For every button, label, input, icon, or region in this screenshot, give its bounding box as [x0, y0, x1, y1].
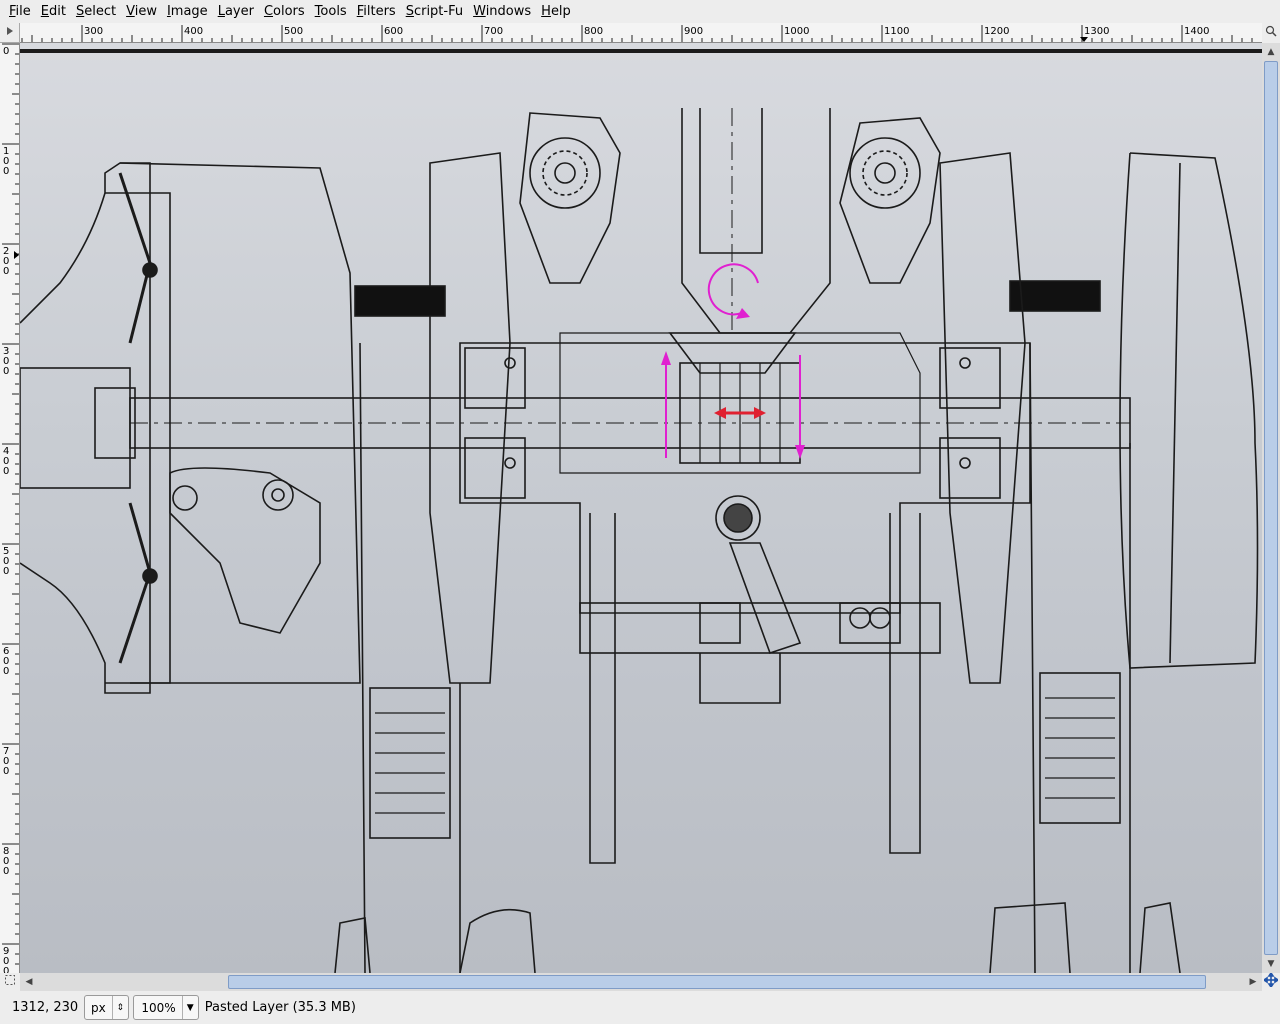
ruler-label: 800 — [584, 26, 603, 37]
quick-mask-icon — [4, 974, 16, 990]
menu-script-fu[interactable]: Script-Fu — [401, 0, 468, 23]
pointer-coordinates: 1312, 230 — [12, 1000, 79, 1015]
layer-status-text: Pasted Layer (35.3 MB) — [204, 1000, 356, 1015]
menu-filters[interactable]: Filters — [352, 0, 401, 23]
horizontal-ruler[interactable]: 300 400 500 600 700 800 900 1000 1100 1200 1300 140… — [20, 23, 1262, 43]
menu-tools[interactable]: Tools — [310, 0, 352, 23]
zoom-value: 100% — [141, 1000, 176, 1015]
ruler-label: 0 — [3, 666, 9, 677]
menu-image[interactable]: Image — [162, 0, 213, 23]
zoom-to-fit-button[interactable] — [1262, 23, 1280, 43]
ruler-label: 0 — [3, 866, 9, 877]
zoom-to-fit-icon — [1265, 25, 1277, 41]
menu-help[interactable]: Help — [536, 0, 576, 23]
ruler-label: 0 — [3, 766, 9, 777]
ruler-label: 700 — [484, 26, 503, 37]
ruler-label: 900 — [684, 26, 703, 37]
quick-mask-button[interactable] — [0, 973, 20, 991]
menu-layer[interactable]: Layer — [213, 0, 259, 23]
ruler-label: 1200 — [984, 26, 1009, 37]
ruler-label: 0 — [3, 566, 9, 577]
ruler-label: 300 — [84, 26, 103, 37]
zoom-selector[interactable]: 100% ▼ — [132, 995, 199, 1020]
ruler-label: 0 — [3, 466, 9, 477]
image-menu-button[interactable] — [0, 23, 20, 43]
ruler-label: 0 — [3, 366, 9, 377]
navigate-icon — [1262, 971, 1280, 991]
unit-selector[interactable]: px ⇕ — [84, 995, 129, 1020]
ruler-label: 500 — [284, 26, 303, 37]
menu-colors[interactable]: Colors — [259, 0, 310, 23]
spinner-arrows-icon[interactable]: ⇕ — [111, 996, 128, 1019]
menu-view[interactable]: View — [121, 0, 162, 23]
horizontal-scrollbar[interactable]: ◀ ▶ — [20, 973, 1262, 991]
horizontal-scroll-thumb[interactable] — [228, 975, 1206, 989]
ruler-label: 0 — [3, 46, 9, 57]
image-canvas[interactable] — [20, 43, 1262, 973]
scroll-right-arrow-icon[interactable]: ▶ — [1246, 975, 1260, 989]
ruler-label: 0 — [3, 966, 9, 973]
menu-edit[interactable]: Edit — [36, 0, 71, 23]
scroll-down-arrow-icon[interactable]: ▼ — [1264, 957, 1278, 971]
ruler-label: 0 — [3, 166, 9, 177]
menubar: File Edit Select View Image Layer Colors Tools F… — [0, 0, 1280, 23]
vertical-scrollbar[interactable]: ▲ ▼ — [1262, 43, 1280, 973]
menu-file[interactable]: File — [4, 0, 36, 23]
technical-drawing — [20, 49, 1262, 973]
ruler-label: 1400 — [1184, 26, 1209, 37]
ruler-label: 1300 — [1084, 26, 1109, 37]
chevron-down-icon[interactable]: ▼ — [181, 996, 198, 1019]
horizontal-ruler-ticks: 300 400 500 600 700 800 900 1000 1100 1200 1300 140… — [21, 25, 1253, 42]
vertical-ruler-ticks: 0100200300400500600700800900 — [2, 43, 19, 973]
ruler-label: 400 — [184, 26, 203, 37]
ruler-label: 1100 — [884, 26, 909, 37]
scroll-left-arrow-icon[interactable]: ◀ — [22, 975, 36, 989]
menu-select[interactable]: Select — [71, 0, 121, 23]
ruler-label: 600 — [384, 26, 403, 37]
scroll-up-arrow-icon[interactable]: ▲ — [1264, 45, 1278, 59]
unit-value: px — [91, 1000, 106, 1015]
triangle-menu-icon — [5, 25, 15, 40]
menu-windows[interactable]: Windows — [468, 0, 536, 23]
navigate-button[interactable] — [1262, 971, 1280, 991]
vertical-ruler[interactable]: 0100200300400500600700800900 — [0, 43, 20, 973]
pointer-marker — [14, 251, 19, 259]
pointer-marker — [1080, 37, 1088, 42]
ruler-label: 0 — [3, 266, 9, 277]
status-bar: 1312, 230 px ⇕ 100% ▼ Pasted Layer (35.3… — [0, 991, 1280, 1024]
vertical-scroll-thumb[interactable] — [1264, 61, 1278, 955]
ruler-label: 1000 — [784, 26, 809, 37]
